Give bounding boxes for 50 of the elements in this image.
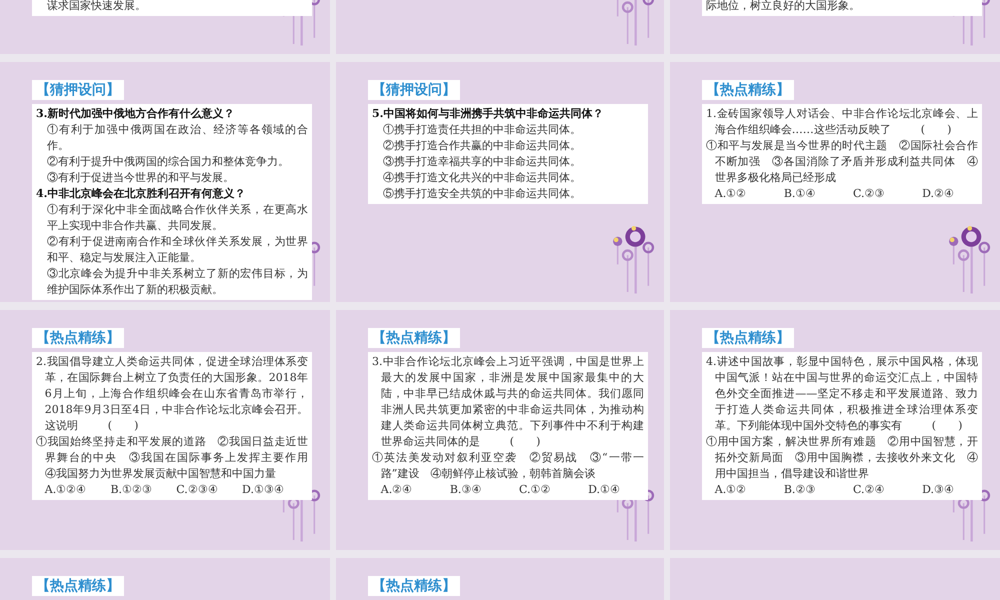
question-text: 2.我国倡导建立人类命运共同体，促进全球治理体系变革，在国际舞台上树立了负责任的大国形象。2018年6月上旬，上海合作组织峰会在山东省青岛市举行，2018年9月3日至4日，中非合作论坛北京峰会召开。这说明 ( ) <box>36 354 308 434</box>
option-text: B.②③ <box>784 482 816 498</box>
answer-text: ④携手打造文化共兴的中非命运共同体。 <box>382 170 582 186</box>
question-text: 3.中非合作论坛北京峰会上习近平强调，中国是世界上最大的发展中国家，非洲是发展中国家最集中的大陆，中非早已结成休戚与共的命运共同体。我们愿同非洲人民共筑更加紧密的中非命运共同体，为推动构建人类命运共同体树立典范。下列事件中不利于构建世界命运共同体的是 ( ) <box>372 354 644 450</box>
section-heading: 【猜押设问】 <box>32 80 124 100</box>
option-text: C.②③④ <box>176 482 218 498</box>
question-text: 4.讲述中国故事，彰显中国特色，展示中国风格，体现中国气派！站在中国与世界的命运交汇点上，中国特色外交全面推进——坚定不移走和平发展道路、致力于打造人类命运共同体，积极推进全球治理体系变革。下列能体现中国外交特色的事实有 ( ) <box>706 354 978 434</box>
option-text: A.②④ <box>380 482 412 498</box>
option-text: A.①② <box>714 186 746 202</box>
section-heading: 【热点精练】 <box>368 328 460 348</box>
answer-text: ③有利于促进当今世界的和平与发展。 <box>46 170 235 186</box>
question-text: 4.中非北京峰会在北京胜利召开有何意义？ <box>36 186 246 202</box>
answer-text: ③携手打造幸福共享的中非命运共同体。 <box>382 154 582 170</box>
section-heading: 【猜押设问】 <box>368 80 460 100</box>
option-text: D.②④ <box>922 186 954 202</box>
flower-drawing <box>610 224 656 294</box>
answer-text: ①有利于深化中非全面战略合作伙伴关系，在更高水平上实现中非合作共赢、共同发展。 <box>46 202 308 234</box>
choice-text: ①和平与发展是当今世界的时代主题 ②国际社会合作不断加强 ③各国消除了矛盾并形成利益共同体 ④世界多极化格局已经形成 <box>706 138 978 186</box>
choice-text: ①我国始终坚持走和平发展的道路 ②我国日益走近世界舞台的中央 ③我国在国际事务上发挥主要作用 ④我国努力为世界发展贡献中国智慧和中国力量 <box>36 434 308 482</box>
section-heading: 【热点精练】 <box>368 576 460 596</box>
answer-text: ①有利于加强中俄两国在政治、经济等各领域的合作。 <box>46 122 308 154</box>
answer-text: ⑤携手打造安全共筑的中非命运共同体。 <box>382 186 582 202</box>
answer-text: ②有利于提升中俄两国的综合国力和整体竞争力。 <box>46 154 290 170</box>
section-heading: 【热点精练】 <box>32 328 124 348</box>
option-text: D.③④ <box>922 482 954 498</box>
answer-text: ②有利于促进南南合作和全球伙伴关系发展，为世界和平、稳定与发展注入正能量。 <box>46 234 308 266</box>
option-text: C.②④ <box>852 482 884 498</box>
section-heading: 【热点精练】 <box>702 328 794 348</box>
question-text: 5.中国将如何与非洲携手共筑中非命运共同体？ <box>372 106 604 122</box>
question-text: 3.新时代加强中俄地方合作有什么意义？ <box>36 106 236 122</box>
section-heading: 【热点精练】 <box>32 576 124 596</box>
choice-text: ①用中国方案，解决世界所有难题 ②用中国智慧，开拓外交新局面 ③用中国胸襟，去接收外来文化 ④用中国担当，倡导建设和谐世界 <box>706 434 978 482</box>
flower-drawing <box>946 224 992 294</box>
option-text: A.①② <box>714 482 746 498</box>
option-text: D.①③④ <box>242 482 284 498</box>
option-text: C.①② <box>518 482 550 498</box>
option-text: B.①④ <box>784 186 816 202</box>
question-text: 1.金砖国家领导人对话会、中非合作论坛北京峰会、上海合作组织峰会……这些活动反映了 ( ) <box>706 106 978 138</box>
answer-text: ③北京峰会为提升中非关系树立了新的宏伟目标，为维护国际体系作出了新的积极贡献。 <box>46 266 308 298</box>
answer-text: ①携手打造责任共担的中非命运共同体。 <box>382 122 582 138</box>
answer-text: 谋求国家快速发展。 <box>46 0 147 14</box>
answer-text: ②携手打造合作共赢的中非命运共同体。 <box>382 138 582 154</box>
option-text: B.③④ <box>450 482 482 498</box>
answer-text: 际地位，树立良好的大国形象。 <box>706 0 861 14</box>
choice-text: ①英法美发动对叙利亚空袭 ②贸易战 ③“一带一路”建设 ④朝鲜停止核试验，朝韩首脑会谈 <box>372 450 644 482</box>
option-text: D.①④ <box>588 482 620 498</box>
option-text: A.①②④ <box>44 482 86 498</box>
option-text: C.②③ <box>852 186 884 202</box>
option-text: B.①②③ <box>110 482 152 498</box>
section-heading: 【热点精练】 <box>702 80 794 100</box>
